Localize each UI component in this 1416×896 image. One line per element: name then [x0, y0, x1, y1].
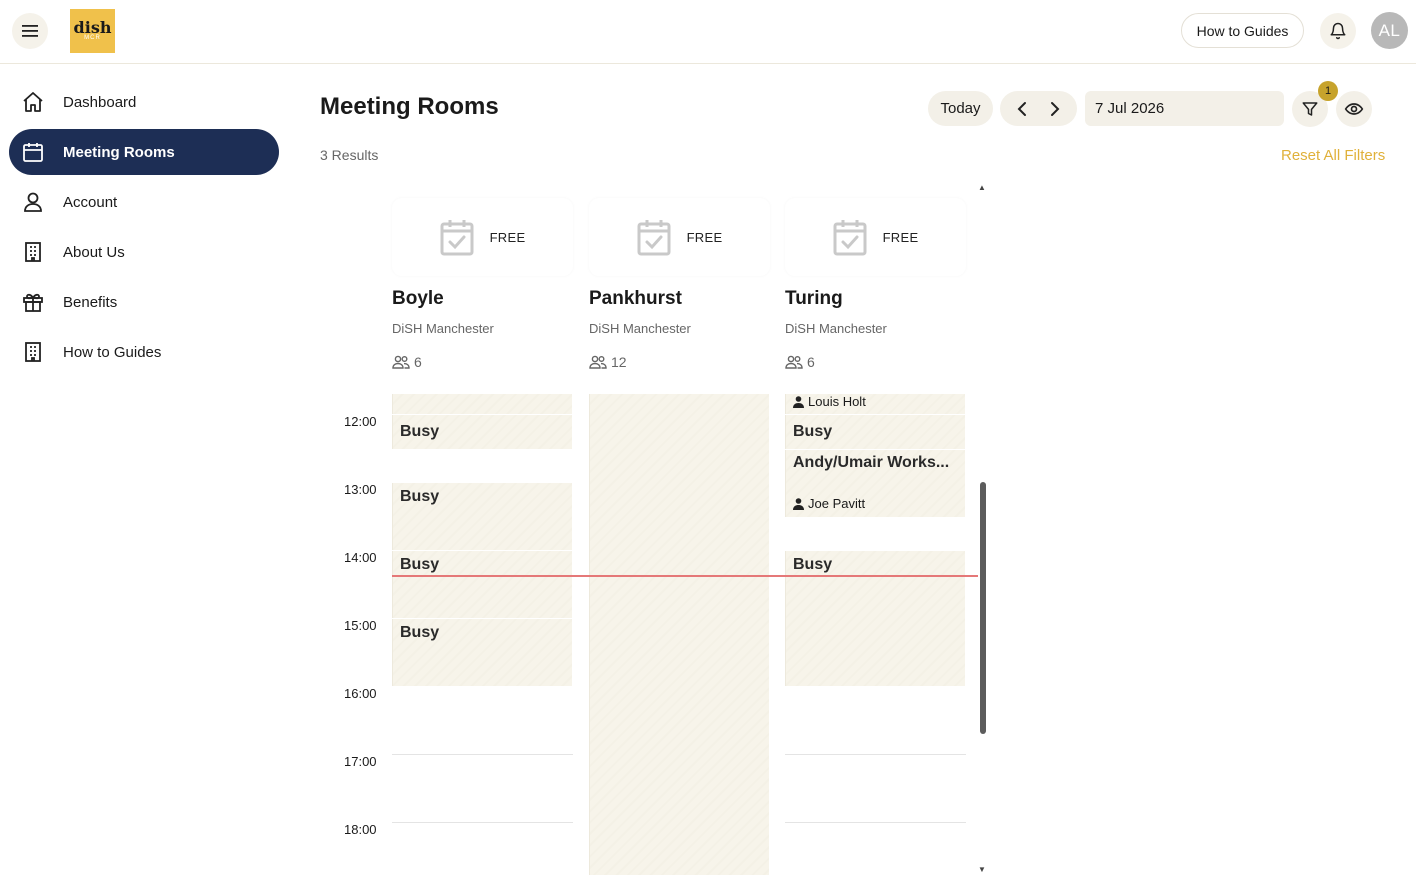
building-icon — [21, 340, 45, 364]
sidebar-item-label: About Us — [63, 243, 125, 261]
time-label: 17:00 — [344, 754, 377, 769]
current-time-line — [392, 575, 978, 577]
scrollbar-thumb[interactable] — [980, 482, 986, 734]
filter-count-badge: 1 — [1318, 81, 1338, 101]
people-icon — [392, 355, 410, 369]
how-to-guides-button[interactable]: How to Guides — [1181, 13, 1304, 48]
user-icon — [21, 190, 45, 214]
person-icon — [793, 497, 804, 510]
booking-label: Busy — [400, 488, 440, 505]
time-label: 13:00 — [344, 482, 377, 497]
room-name[interactable]: Turing — [785, 288, 843, 310]
hour-divider — [392, 754, 573, 755]
sidebar-item-how-to-guides[interactable]: How to Guides — [9, 329, 279, 375]
building-icon — [21, 240, 45, 264]
bell-icon — [1330, 22, 1346, 40]
sidebar: Dashboard Meeting Rooms Account About Us… — [0, 64, 290, 896]
sidebar-item-label: Benefits — [63, 293, 118, 311]
room-location: DiSH Manchester — [589, 321, 691, 336]
room-status: FREE — [686, 229, 723, 245]
calendar-check-icon — [833, 220, 867, 256]
booking-label: Busy — [400, 556, 440, 573]
time-label: 16:00 — [344, 686, 377, 701]
unavailable-block — [589, 394, 769, 875]
hour-divider — [785, 754, 966, 755]
previous-day-button[interactable] — [1008, 95, 1036, 123]
people-icon — [589, 355, 607, 369]
notifications-button[interactable] — [1320, 13, 1356, 49]
sidebar-item-meeting-rooms[interactable]: Meeting Rooms — [9, 129, 279, 175]
room-status-card[interactable]: FREE — [392, 198, 573, 276]
sidebar-item-dashboard[interactable]: Dashboard — [9, 79, 279, 125]
room-status-card[interactable]: FREE — [589, 198, 770, 276]
booking-organizer: Joe Pavitt — [793, 496, 865, 511]
room-capacity-value: 6 — [414, 354, 422, 370]
room-capacity-value: 6 — [807, 354, 815, 370]
logo-sub: MCR — [84, 35, 101, 41]
calendar-check-icon — [637, 220, 671, 256]
booking-block[interactable] — [392, 394, 572, 414]
sidebar-item-benefits[interactable]: Benefits — [9, 279, 279, 325]
reset-filters-link[interactable]: Reset All Filters — [1281, 147, 1385, 164]
calendar-check-icon — [440, 220, 474, 256]
gift-icon — [21, 290, 45, 314]
sidebar-item-account[interactable]: Account — [9, 179, 279, 225]
chevron-left-icon — [1017, 101, 1027, 116]
today-button[interactable]: Today — [928, 91, 993, 126]
chevron-right-icon — [1050, 101, 1060, 116]
booking-organizer: Louis Holt — [793, 394, 866, 409]
calendar-icon — [21, 140, 45, 164]
view-toggle-button[interactable] — [1336, 91, 1372, 127]
room-capacity: 12 — [589, 354, 627, 370]
room-capacity: 6 — [392, 354, 422, 370]
sidebar-item-label: Meeting Rooms — [63, 143, 175, 161]
date-navigation — [1000, 91, 1077, 126]
eye-icon — [1344, 103, 1364, 115]
booking-label: Busy — [400, 423, 440, 440]
logo[interactable]: dish MCR — [70, 9, 115, 53]
room-name[interactable]: Boyle — [392, 288, 444, 310]
person-icon — [793, 395, 804, 408]
time-label: 18:00 — [344, 822, 377, 837]
room-status: FREE — [882, 229, 919, 245]
next-day-button[interactable] — [1041, 95, 1069, 123]
booking-label: Busy — [400, 624, 440, 641]
room-status: FREE — [489, 229, 526, 245]
sidebar-item-about-us[interactable]: About Us — [9, 229, 279, 275]
top-bar: dish MCR How to Guides AL — [0, 0, 1416, 64]
organizer-name: Joe Pavitt — [808, 496, 866, 511]
sidebar-item-label: How to Guides — [63, 343, 162, 361]
time-label: 12:00 — [344, 414, 377, 429]
organizer-name: Louis Holt — [808, 394, 866, 409]
hour-divider — [392, 822, 573, 823]
sidebar-item-label: Dashboard — [63, 93, 137, 111]
room-capacity-value: 12 — [611, 354, 627, 370]
room-status-card[interactable]: FREE — [785, 198, 966, 276]
home-icon — [21, 90, 45, 114]
people-icon — [785, 355, 803, 369]
booking-label: Busy — [793, 423, 833, 440]
avatar[interactable]: AL — [1371, 12, 1408, 49]
hamburger-icon — [22, 25, 38, 37]
booking-label: Busy — [793, 556, 833, 573]
results-count: 3 Results — [320, 147, 379, 163]
time-label: 15:00 — [344, 618, 377, 633]
room-location: DiSH Manchester — [785, 321, 887, 336]
sidebar-item-label: Account — [63, 193, 118, 211]
room-location: DiSH Manchester — [392, 321, 494, 336]
booking-label: Andy/Umair Works... — [793, 454, 950, 471]
logo-text: dish — [73, 18, 112, 37]
scroll-up-arrow[interactable]: ▲ — [978, 183, 986, 192]
scroll-down-arrow[interactable]: ▼ — [978, 865, 986, 874]
room-capacity: 6 — [785, 354, 815, 370]
hour-divider — [785, 822, 966, 823]
room-name[interactable]: Pankhurst — [589, 288, 682, 310]
menu-button[interactable] — [12, 13, 48, 49]
time-label: 14:00 — [344, 550, 377, 565]
date-picker-input[interactable] — [1085, 91, 1284, 126]
filter-icon — [1302, 102, 1318, 116]
page-title: Meeting Rooms — [320, 93, 499, 120]
